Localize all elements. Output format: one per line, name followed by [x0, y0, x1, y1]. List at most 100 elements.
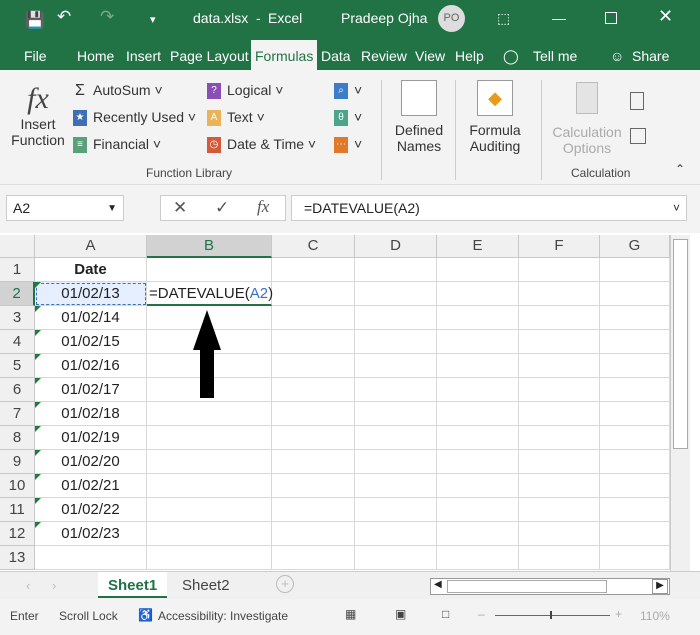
- cancel-icon[interactable]: ✕: [173, 198, 187, 218]
- cell-e12[interactable]: [437, 522, 519, 546]
- row-header-3[interactable]: 3: [0, 306, 35, 330]
- cell-d9[interactable]: [355, 450, 437, 474]
- cell-b9[interactable]: [147, 450, 272, 474]
- logical-button[interactable]: ? Logical ˅: [207, 82, 283, 100]
- cell-d4[interactable]: [355, 330, 437, 354]
- cell-f9[interactable]: [519, 450, 600, 474]
- formula-auditing-button[interactable]: ◆ Formula Auditing: [463, 80, 527, 154]
- tab-review[interactable]: Review: [361, 48, 407, 64]
- page-layout-view-icon[interactable]: ▣: [395, 607, 406, 621]
- cell-e9[interactable]: [437, 450, 519, 474]
- cell-f10[interactable]: [519, 474, 600, 498]
- column-header-f[interactable]: F: [519, 235, 600, 258]
- cell-d7[interactable]: [355, 402, 437, 426]
- cell-f8[interactable]: [519, 426, 600, 450]
- zoom-out-icon[interactable]: –: [478, 607, 485, 621]
- expand-formula-bar-icon[interactable]: ˅: [673, 201, 680, 215]
- zoom-in-icon[interactable]: +: [615, 607, 622, 621]
- row-header-5[interactable]: 5: [0, 354, 35, 378]
- cell-g13[interactable]: [600, 546, 670, 570]
- column-header-g[interactable]: G: [600, 235, 670, 258]
- worksheet-grid[interactable]: A B C D E F G 1 Date 2 01/02/13 =DATEVALUE(A2) 3 01/0…: [0, 235, 670, 571]
- cell-e5[interactable]: [437, 354, 519, 378]
- tab-formulas[interactable]: Formulas: [251, 40, 318, 70]
- insert-function-icon[interactable]: fx: [257, 197, 269, 217]
- cell-d10[interactable]: [355, 474, 437, 498]
- enter-check-icon[interactable]: ✓: [215, 198, 229, 218]
- calculate-sheet-icon[interactable]: [630, 128, 646, 144]
- save-icon[interactable]: 💾: [25, 10, 45, 30]
- cell-f4[interactable]: [519, 330, 600, 354]
- zoom-slider[interactable]: [495, 615, 610, 616]
- row-header-6[interactable]: 6: [0, 378, 35, 402]
- vertical-scroll-thumb[interactable]: [673, 239, 688, 449]
- horizontal-scrollbar[interactable]: ◀: [430, 578, 670, 595]
- zoom-slider-thumb[interactable]: [550, 611, 552, 619]
- horizontal-scroll-thumb[interactable]: [447, 580, 607, 593]
- financial-button[interactable]: ≡ Financial ˅: [73, 136, 161, 154]
- cell-e7[interactable]: [437, 402, 519, 426]
- scroll-left-icon[interactable]: ◀: [434, 579, 442, 590]
- cell-a4[interactable]: 01/02/15: [35, 330, 147, 354]
- column-header-d[interactable]: D: [355, 235, 437, 258]
- cell-c13[interactable]: [272, 546, 355, 570]
- cell-g4[interactable]: [600, 330, 670, 354]
- minimize-button[interactable]: —: [552, 10, 566, 26]
- date-time-button[interactable]: ◷ Date & Time ˅: [207, 136, 316, 154]
- cell-f7[interactable]: [519, 402, 600, 426]
- cell-e6[interactable]: [437, 378, 519, 402]
- normal-view-icon[interactable]: ▦: [345, 607, 356, 621]
- redo-icon[interactable]: ↷: [100, 7, 114, 27]
- cell-f13[interactable]: [519, 546, 600, 570]
- cell-f2[interactable]: [519, 282, 600, 306]
- cell-e8[interactable]: [437, 426, 519, 450]
- cell-g1[interactable]: [600, 258, 670, 282]
- row-header-13[interactable]: 13: [0, 546, 35, 570]
- cell-b10[interactable]: [147, 474, 272, 498]
- cell-b1[interactable]: [147, 258, 272, 282]
- tab-home[interactable]: Home: [77, 48, 114, 64]
- cell-f3[interactable]: [519, 306, 600, 330]
- cell-f6[interactable]: [519, 378, 600, 402]
- close-button[interactable]: ✕: [658, 6, 673, 27]
- accessibility-status[interactable]: Accessibility: Investigate: [158, 609, 288, 623]
- cell-g9[interactable]: [600, 450, 670, 474]
- tab-insert[interactable]: Insert: [126, 48, 161, 64]
- select-all-button[interactable]: [0, 235, 35, 258]
- cell-c12[interactable]: [272, 522, 355, 546]
- cell-a10[interactable]: 01/02/21: [35, 474, 147, 498]
- cell-c8[interactable]: [272, 426, 355, 450]
- cell-b11[interactable]: [147, 498, 272, 522]
- cell-d2[interactable]: [355, 282, 437, 306]
- vertical-scrollbar[interactable]: [670, 235, 690, 571]
- cell-a7[interactable]: 01/02/18: [35, 402, 147, 426]
- cell-f11[interactable]: [519, 498, 600, 522]
- sheet-tab-sheet2[interactable]: Sheet2: [182, 572, 230, 599]
- cell-f1[interactable]: [519, 258, 600, 282]
- cell-a5[interactable]: 01/02/16: [35, 354, 147, 378]
- cell-b12[interactable]: [147, 522, 272, 546]
- add-sheet-button[interactable]: +: [276, 575, 294, 593]
- cell-g10[interactable]: [600, 474, 670, 498]
- cell-e4[interactable]: [437, 330, 519, 354]
- cell-b7[interactable]: [147, 402, 272, 426]
- recently-used-button[interactable]: ★ Recently Used ˅: [73, 109, 196, 127]
- cell-c6[interactable]: [272, 378, 355, 402]
- cell-d8[interactable]: [355, 426, 437, 450]
- cell-e13[interactable]: [437, 546, 519, 570]
- cell-g3[interactable]: [600, 306, 670, 330]
- autosum-button[interactable]: Σ AutoSum ˅: [73, 82, 163, 99]
- zoom-level[interactable]: 110%: [640, 609, 670, 623]
- cell-a9[interactable]: 01/02/20: [35, 450, 147, 474]
- cell-e2[interactable]: [437, 282, 519, 306]
- cell-c7[interactable]: [272, 402, 355, 426]
- undo-icon[interactable]: ↶: [57, 7, 71, 27]
- tab-file[interactable]: File: [24, 48, 47, 64]
- tab-data[interactable]: Data: [321, 48, 351, 64]
- calculate-now-icon[interactable]: [630, 92, 644, 110]
- cell-c9[interactable]: [272, 450, 355, 474]
- cell-g2[interactable]: [600, 282, 670, 306]
- text-button[interactable]: A Text ˅: [207, 109, 265, 127]
- next-sheet-icon[interactable]: ›: [52, 578, 56, 593]
- row-header-1[interactable]: 1: [0, 258, 35, 282]
